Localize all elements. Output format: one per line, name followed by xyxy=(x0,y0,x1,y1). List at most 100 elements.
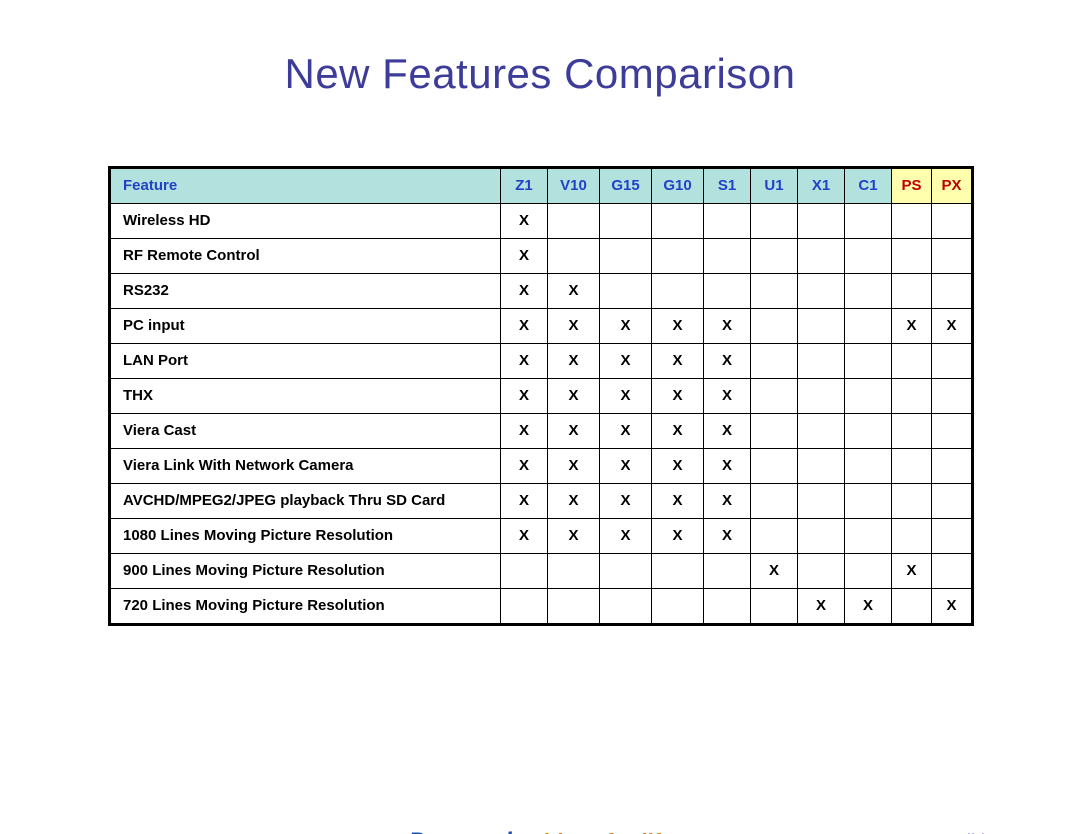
value-cell xyxy=(845,204,892,239)
value-cell xyxy=(704,204,751,239)
value-cell xyxy=(932,414,972,449)
value-cell xyxy=(845,484,892,519)
value-cell: X xyxy=(652,379,704,414)
value-cell: X xyxy=(845,589,892,624)
table-row: Viera CastXXXXX xyxy=(111,414,972,449)
value-cell: X xyxy=(798,589,845,624)
value-cell: X xyxy=(704,309,751,344)
value-cell xyxy=(932,449,972,484)
value-cell: X xyxy=(751,554,798,589)
value-cell xyxy=(892,204,932,239)
value-cell: X xyxy=(704,379,751,414)
feature-name-cell: Viera Cast xyxy=(111,414,501,449)
feature-name-cell: 1080 Lines Moving Picture Resolution xyxy=(111,519,501,554)
value-cell: X xyxy=(652,449,704,484)
feature-name-cell: RF Remote Control xyxy=(111,239,501,274)
value-cell xyxy=(798,309,845,344)
value-cell xyxy=(751,449,798,484)
page-title: New Features Comparison xyxy=(0,50,1080,98)
col-header-u1: U1 xyxy=(751,169,798,204)
value-cell xyxy=(932,274,972,309)
value-cell: X xyxy=(548,449,600,484)
comparison-table-wrap: FeatureZ1V10G15G10S1U1X1C1PSPX Wireless … xyxy=(110,168,970,624)
feature-name-cell: 720 Lines Moving Picture Resolution xyxy=(111,589,501,624)
value-cell: X xyxy=(704,344,751,379)
value-cell: X xyxy=(501,519,548,554)
table-row: 720 Lines Moving Picture ResolutionXXX xyxy=(111,589,972,624)
value-cell xyxy=(548,239,600,274)
footer: Panasonic ideas for life xyxy=(0,828,1080,834)
value-cell xyxy=(798,239,845,274)
value-cell xyxy=(845,274,892,309)
value-cell xyxy=(932,239,972,274)
table-row: THXXXXXX xyxy=(111,379,972,414)
value-cell: X xyxy=(501,309,548,344)
value-cell: X xyxy=(892,554,932,589)
value-cell xyxy=(845,309,892,344)
value-cell xyxy=(751,519,798,554)
value-cell xyxy=(798,519,845,554)
table-row: AVCHD/MPEG2/JPEG playback Thru SD CardXX… xyxy=(111,484,972,519)
value-cell xyxy=(892,379,932,414)
value-cell xyxy=(751,309,798,344)
value-cell: X xyxy=(501,484,548,519)
value-cell xyxy=(751,589,798,624)
value-cell xyxy=(704,239,751,274)
value-cell xyxy=(845,414,892,449)
value-cell xyxy=(501,589,548,624)
table-header-row: FeatureZ1V10G15G10S1U1X1C1PSPX xyxy=(111,169,972,204)
value-cell: X xyxy=(548,344,600,379)
value-cell xyxy=(704,274,751,309)
value-cell: X xyxy=(704,484,751,519)
value-cell xyxy=(798,449,845,484)
value-cell: X xyxy=(704,519,751,554)
comparison-table: FeatureZ1V10G15G10S1U1X1C1PSPX Wireless … xyxy=(110,168,972,624)
value-cell xyxy=(798,414,845,449)
col-header-s1: S1 xyxy=(704,169,751,204)
col-header-g10: G10 xyxy=(652,169,704,204)
col-header-z1: Z1 xyxy=(501,169,548,204)
value-cell: X xyxy=(501,239,548,274)
value-cell: X xyxy=(600,484,652,519)
table-row: LAN PortXXXXX xyxy=(111,344,972,379)
feature-name-cell: AVCHD/MPEG2/JPEG playback Thru SD Card xyxy=(111,484,501,519)
feature-name-cell: RS232 xyxy=(111,274,501,309)
value-cell xyxy=(892,449,932,484)
value-cell xyxy=(751,484,798,519)
value-cell xyxy=(652,274,704,309)
value-cell xyxy=(932,379,972,414)
feature-name-cell: THX xyxy=(111,379,501,414)
value-cell xyxy=(751,204,798,239)
table-row: 900 Lines Moving Picture ResolutionXX xyxy=(111,554,972,589)
brand-tagline: ideas for life xyxy=(542,829,672,834)
table-body: Wireless HDXRF Remote ControlXRS232XXPC … xyxy=(111,204,972,624)
value-cell xyxy=(652,204,704,239)
value-cell xyxy=(704,554,751,589)
value-cell: X xyxy=(704,414,751,449)
col-header-px: PX xyxy=(932,169,972,204)
value-cell: X xyxy=(600,379,652,414)
value-cell: X xyxy=(548,519,600,554)
value-cell: X xyxy=(501,449,548,484)
table-row: PC inputXXXXXXX xyxy=(111,309,972,344)
value-cell: X xyxy=(932,309,972,344)
value-cell xyxy=(652,589,704,624)
value-cell xyxy=(798,554,845,589)
value-cell xyxy=(548,554,600,589)
value-cell: X xyxy=(652,344,704,379)
value-cell: X xyxy=(600,344,652,379)
value-cell: X xyxy=(548,274,600,309)
value-cell: X xyxy=(548,309,600,344)
value-cell xyxy=(892,344,932,379)
table-row: Viera Link With Network CameraXXXXX xyxy=(111,449,972,484)
col-header-feature: Feature xyxy=(111,169,501,204)
value-cell xyxy=(845,379,892,414)
value-cell xyxy=(600,589,652,624)
value-cell xyxy=(798,344,845,379)
value-cell: X xyxy=(501,274,548,309)
table-row: Wireless HDX xyxy=(111,204,972,239)
value-cell xyxy=(600,239,652,274)
value-cell xyxy=(704,589,751,624)
value-cell: X xyxy=(548,414,600,449)
value-cell xyxy=(845,554,892,589)
